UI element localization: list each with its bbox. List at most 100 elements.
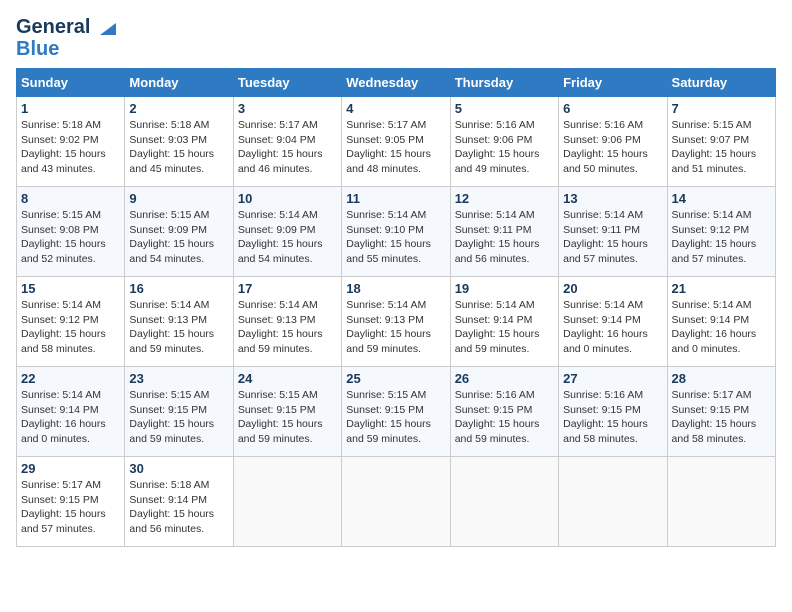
header-row: SundayMondayTuesdayWednesdayThursdayFrid… [17, 69, 776, 97]
calendar-week-1: 1Sunrise: 5:18 AMSunset: 9:02 PMDaylight… [17, 97, 776, 187]
day-info: Sunrise: 5:15 AMSunset: 9:09 PMDaylight:… [129, 208, 228, 267]
col-header-tuesday: Tuesday [233, 69, 341, 97]
calendar-cell [667, 457, 775, 547]
calendar-cell: 1Sunrise: 5:18 AMSunset: 9:02 PMDaylight… [17, 97, 125, 187]
day-number: 13 [563, 191, 662, 206]
calendar-cell: 26Sunrise: 5:16 AMSunset: 9:15 PMDayligh… [450, 367, 558, 457]
col-header-saturday: Saturday [667, 69, 775, 97]
calendar-cell: 4 Sunrise: 5:17 AMSunset: 9:05 PMDaylight… [342, 97, 450, 187]
day-info: Sunrise: 5:14 AMSunset: 9:14 PMDaylight:… [21, 388, 120, 447]
logo-blue: Blue [16, 38, 59, 60]
day-info: Sunrise: 5:14 AMSunset: 9:14 PMDaylight:… [563, 298, 662, 357]
day-info: Sunrise: 5:14 AMSunset: 9:14 PMDaylight:… [455, 298, 554, 357]
day-info: Sunrise: 5:15 AMSunset: 9:07 PMDaylight:… [672, 118, 771, 177]
logo-text: GeneralBlue [16, 16, 90, 60]
calendar-cell: 28 Sunrise: 5:17 AMSunset: 9:15 PMDayligh… [667, 367, 775, 457]
calendar-cell: 11 Sunrise: 5:14 AMSunset: 9:10 PMDayligh… [342, 187, 450, 277]
day-number: 10 [238, 191, 337, 206]
calendar-cell [559, 457, 667, 547]
day-info: Sunrise: 5:14 AMSunset: 9:11 PMDaylight:… [455, 208, 554, 267]
logo-icon [94, 15, 122, 43]
calendar-cell: 21 Sunrise: 5:14 AMSunset: 9:14 PMDayligh… [667, 277, 775, 367]
calendar-cell [342, 457, 450, 547]
day-info: Sunrise: 5:17 AMSunset: 9:05 PMDaylight:… [346, 118, 445, 177]
day-number: 23 [129, 371, 228, 386]
day-number: 7 [672, 101, 771, 116]
day-number: 18 [346, 281, 445, 296]
day-info: Sunrise: 5:16 AMSunset: 9:15 PMDaylight:… [455, 388, 554, 447]
calendar-cell [233, 457, 341, 547]
calendar-cell: 10 Sunrise: 5:14 AMSunset: 9:09 PMDayligh… [233, 187, 341, 277]
calendar-cell: 8Sunrise: 5:15 AMSunset: 9:08 PMDaylight… [17, 187, 125, 277]
day-number: 9 [129, 191, 228, 206]
day-number: 1 [21, 101, 120, 116]
calendar-cell: 2 Sunrise: 5:18 AMSunset: 9:03 PMDaylight… [125, 97, 233, 187]
day-info: Sunrise: 5:14 AMSunset: 9:12 PMDaylight:… [672, 208, 771, 267]
calendar-cell: 5 Sunrise: 5:16 AMSunset: 9:06 PMDaylight… [450, 97, 558, 187]
calendar-cell: 30Sunrise: 5:18 AMSunset: 9:14 PMDayligh… [125, 457, 233, 547]
day-info: Sunrise: 5:17 AMSunset: 9:15 PMDaylight:… [21, 478, 120, 537]
header: GeneralBlue [16, 16, 776, 60]
day-number: 8 [21, 191, 120, 206]
calendar-table: SundayMondayTuesdayWednesdayThursdayFrid… [16, 68, 776, 547]
day-number: 22 [21, 371, 120, 386]
calendar-cell: 29Sunrise: 5:17 AMSunset: 9:15 PMDayligh… [17, 457, 125, 547]
day-info: Sunrise: 5:17 AMSunset: 9:04 PMDaylight:… [238, 118, 337, 177]
calendar-cell: 13 Sunrise: 5:14 AMSunset: 9:11 PMDayligh… [559, 187, 667, 277]
day-info: Sunrise: 5:14 AMSunset: 9:09 PMDaylight:… [238, 208, 337, 267]
day-info: Sunrise: 5:16 AMSunset: 9:06 PMDaylight:… [563, 118, 662, 177]
calendar-cell: 9 Sunrise: 5:15 AMSunset: 9:09 PMDaylight… [125, 187, 233, 277]
day-info: Sunrise: 5:14 AMSunset: 9:13 PMDaylight:… [238, 298, 337, 357]
calendar-cell: 16 Sunrise: 5:14 AMSunset: 9:13 PMDayligh… [125, 277, 233, 367]
day-number: 11 [346, 191, 445, 206]
day-info: Sunrise: 5:15 AMSunset: 9:15 PMDaylight:… [346, 388, 445, 447]
calendar-cell: 23 Sunrise: 5:15 AMSunset: 9:15 PMDayligh… [125, 367, 233, 457]
day-number: 17 [238, 281, 337, 296]
calendar-week-2: 8Sunrise: 5:15 AMSunset: 9:08 PMDaylight… [17, 187, 776, 277]
day-number: 2 [129, 101, 228, 116]
calendar-cell: 7 Sunrise: 5:15 AMSunset: 9:07 PMDaylight… [667, 97, 775, 187]
day-info: Sunrise: 5:14 AMSunset: 9:14 PMDaylight:… [672, 298, 771, 357]
calendar-cell: 22 Sunrise: 5:14 AMSunset: 9:14 PMDayligh… [17, 367, 125, 457]
day-number: 19 [455, 281, 554, 296]
day-number: 16 [129, 281, 228, 296]
day-info: Sunrise: 5:16 AMSunset: 9:15 PMDaylight:… [563, 388, 662, 447]
logo: GeneralBlue [16, 16, 122, 60]
col-header-friday: Friday [559, 69, 667, 97]
day-info: Sunrise: 5:16 AMSunset: 9:06 PMDaylight:… [455, 118, 554, 177]
col-header-monday: Monday [125, 69, 233, 97]
day-number: 28 [672, 371, 771, 386]
day-number: 30 [129, 461, 228, 476]
day-info: Sunrise: 5:18 AMSunset: 9:03 PMDaylight:… [129, 118, 228, 177]
col-header-sunday: Sunday [17, 69, 125, 97]
col-header-thursday: Thursday [450, 69, 558, 97]
col-header-wednesday: Wednesday [342, 69, 450, 97]
calendar-cell: 15 Sunrise: 5:14 AMSunset: 9:12 PMDayligh… [17, 277, 125, 367]
day-info: Sunrise: 5:15 AMSunset: 9:15 PMDaylight:… [129, 388, 228, 447]
calendar-cell: 24 Sunrise: 5:15 AMSunset: 9:15 PMDayligh… [233, 367, 341, 457]
day-info: Sunrise: 5:14 AMSunset: 9:12 PMDaylight:… [21, 298, 120, 357]
day-number: 15 [21, 281, 120, 296]
calendar-week-3: 15 Sunrise: 5:14 AMSunset: 9:12 PMDayligh… [17, 277, 776, 367]
day-info: Sunrise: 5:17 AMSunset: 9:15 PMDaylight:… [672, 388, 771, 447]
calendar-cell: 14 Sunrise: 5:14 AMSunset: 9:12 PMDayligh… [667, 187, 775, 277]
calendar-cell: 27Sunrise: 5:16 AMSunset: 9:15 PMDayligh… [559, 367, 667, 457]
day-number: 24 [238, 371, 337, 386]
day-number: 20 [563, 281, 662, 296]
day-number: 25 [346, 371, 445, 386]
day-number: 14 [672, 191, 771, 206]
calendar-cell: 25 Sunrise: 5:15 AMSunset: 9:15 PMDayligh… [342, 367, 450, 457]
day-number: 21 [672, 281, 771, 296]
calendar-cell: 18Sunrise: 5:14 AMSunset: 9:13 PMDayligh… [342, 277, 450, 367]
calendar-cell: 17 Sunrise: 5:14 AMSunset: 9:13 PMDayligh… [233, 277, 341, 367]
day-number: 12 [455, 191, 554, 206]
calendar-week-5: 29Sunrise: 5:17 AMSunset: 9:15 PMDayligh… [17, 457, 776, 547]
day-info: Sunrise: 5:14 AMSunset: 9:10 PMDaylight:… [346, 208, 445, 267]
day-number: 5 [455, 101, 554, 116]
day-info: Sunrise: 5:14 AMSunset: 9:13 PMDaylight:… [129, 298, 228, 357]
day-number: 4 [346, 101, 445, 116]
day-number: 6 [563, 101, 662, 116]
day-info: Sunrise: 5:15 AMSunset: 9:15 PMDaylight:… [238, 388, 337, 447]
day-info: Sunrise: 5:14 AMSunset: 9:11 PMDaylight:… [563, 208, 662, 267]
calendar-cell: 3Sunrise: 5:17 AMSunset: 9:04 PMDaylight… [233, 97, 341, 187]
